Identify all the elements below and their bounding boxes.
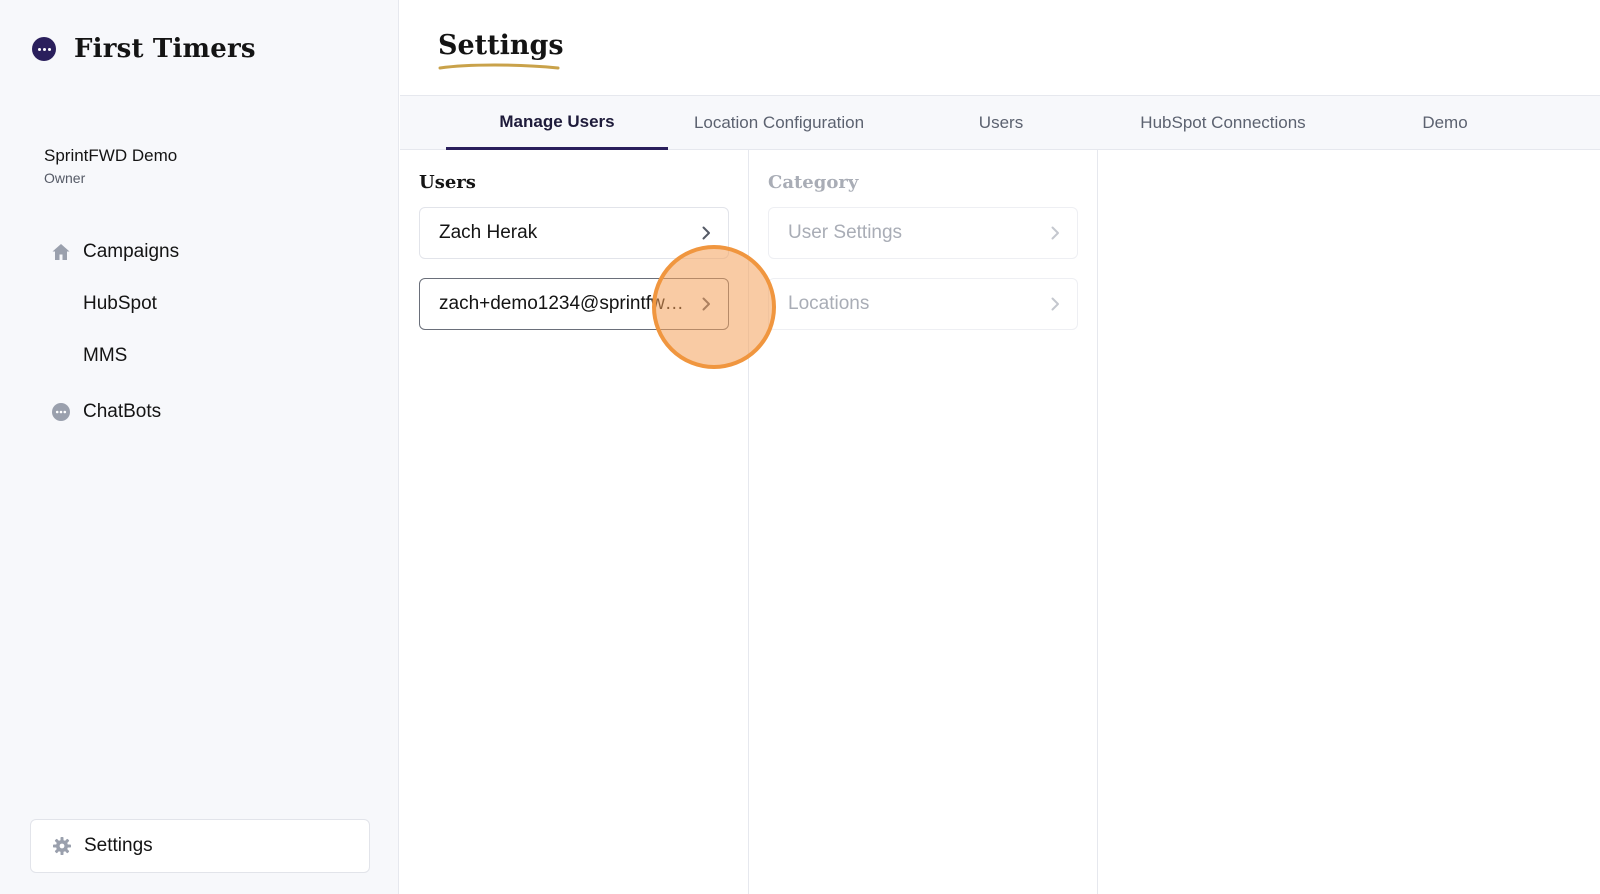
page-title: Settings [438,30,564,61]
settings-tabs: Manage Users Location Configuration User… [400,95,1600,150]
account-role: Owner [44,170,86,186]
category-row-label: User Settings [788,222,903,243]
sidebar: First Timers SprintFWD Demo Owner Campai… [0,0,399,894]
brand[interactable]: First Timers [32,34,256,64]
user-row-label: Zach Herak [439,222,538,243]
account-name: SprintFWD Demo [44,146,178,165]
category-row-user-settings[interactable]: User Settings [768,207,1078,259]
sidebar-item-mms[interactable]: MMS [50,338,370,374]
tab-manage-users[interactable]: Manage Users [446,96,668,150]
account-info: SprintFWD Demo Owner [44,146,177,186]
click-highlight [652,245,776,369]
category-row-label: Locations [788,293,870,314]
tab-location-configuration[interactable]: Location Configuration [668,96,890,150]
gear-icon [51,835,73,857]
brand-name: First Timers [74,34,256,64]
sidebar-item-hubspot[interactable]: HubSpot [50,286,370,322]
tab-demo[interactable]: Demo [1334,96,1556,150]
sidebar-item-campaigns[interactable]: Campaigns [50,234,370,270]
tab-users[interactable]: Users [890,96,1112,150]
chevron-right-icon [702,226,710,240]
settings-label: Settings [84,835,153,856]
sidebar-settings-button[interactable]: Settings [30,819,370,873]
users-column-heading: Users [419,172,476,193]
category-column-heading: Category [768,172,859,193]
category-row-locations[interactable]: Locations [768,278,1078,330]
title-underline [438,63,560,70]
page-header: Settings [438,30,564,71]
home-icon [50,241,72,263]
sidebar-nav: Campaigns HubSpot MMS ChatBots [50,234,370,430]
sidebar-item-chatbots[interactable]: ChatBots [50,394,370,430]
tab-hubspot-connections[interactable]: HubSpot Connections [1112,96,1334,150]
chevron-right-icon [1051,297,1059,311]
chevron-right-icon [1051,226,1059,240]
column-divider [1097,150,1098,894]
sidebar-item-label: ChatBots [83,401,162,422]
user-row-zach-herak[interactable]: Zach Herak [419,207,729,259]
chat-bubble-icon [50,401,72,423]
sidebar-item-label: Campaigns [83,241,180,262]
brand-logo-icon [32,37,56,61]
